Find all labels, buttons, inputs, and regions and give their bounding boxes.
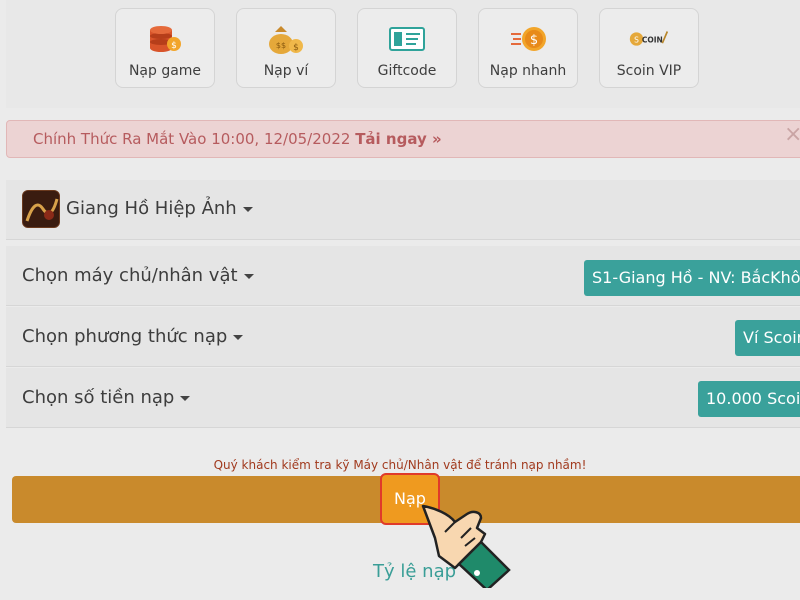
tile-label: Giftcode [377, 63, 437, 79]
tile-label: Nạp game [128, 63, 202, 79]
server-label-text: Chọn máy chủ/nhân vật [22, 265, 238, 286]
chevron-down-icon [243, 273, 254, 279]
tile-giftcode[interactable]: Giftcode [357, 8, 457, 88]
tile-label: Nạp nhanh [489, 63, 567, 79]
close-icon[interactable]: × [784, 122, 800, 147]
amount-label-text: Chọn số tiền nạp [22, 387, 175, 408]
amount-row: Chọn số tiền nạp 10.000 Scoin [6, 368, 800, 428]
server-character-row: Chọn máy chủ/nhân vật S1-Giang Hồ - NV: … [6, 246, 800, 306]
svg-text:$: $ [171, 41, 177, 51]
payment-method-row: Chọn phương thức nạp Ví Scoin [6, 307, 800, 367]
amount-label[interactable]: Chọn số tiền nạp [22, 387, 191, 408]
svg-text:$$: $$ [276, 41, 286, 50]
gift-ticket-icon [387, 23, 427, 55]
chevron-down-icon [233, 334, 244, 340]
amount-value-pill[interactable]: 10.000 Scoin [698, 381, 800, 417]
quick-menu: $ Nạp game $$ $ Nạp ví Giftcode $ Nạp nh… [115, 8, 699, 88]
chevron-down-icon [242, 206, 253, 212]
download-link[interactable]: Tải ngay » [355, 130, 441, 148]
money-bag-icon: $$ $ [266, 23, 306, 55]
tile-nap-vi[interactable]: $$ $ Nạp ví [236, 8, 336, 88]
game-logo [22, 190, 60, 228]
method-label[interactable]: Chọn phương thức nạp [22, 326, 244, 347]
banner-text: Chính Thức Ra Mắt Vào 10:00, 12/05/2022 [33, 130, 356, 148]
method-value-pill[interactable]: Ví Scoin [735, 320, 800, 356]
tile-label: Nạp ví [263, 63, 309, 79]
fast-coin-icon: $ [508, 23, 548, 55]
svg-text:$: $ [530, 33, 538, 48]
pointing-hand-icon [415, 498, 525, 592]
tile-label: Scoin VIP [616, 63, 682, 79]
chevron-down-icon [180, 395, 191, 401]
tile-nap-nhanh[interactable]: $ Nạp nhanh [478, 8, 578, 88]
svg-text:$: $ [293, 43, 299, 53]
server-label[interactable]: Chọn máy chủ/nhân vật [22, 265, 254, 286]
method-label-text: Chọn phương thức nạp [22, 326, 228, 347]
game-name-text: Giang Hồ Hiệp Ảnh [66, 198, 237, 219]
scoin-vip-icon: S COIN [629, 23, 669, 55]
game-selector[interactable]: Giang Hồ Hiệp Ảnh [6, 180, 800, 240]
tile-scoin-vip[interactable]: S COIN Scoin VIP [599, 8, 699, 88]
svg-text:S: S [634, 35, 639, 44]
warning-note: Quý khách kiểm tra kỹ Máy chủ/Nhân vật đ… [213, 458, 587, 472]
announcement-banner: Chính Thức Ra Mắt Vào 10:00, 12/05/2022 … [6, 120, 800, 158]
svg-text:COIN: COIN [642, 35, 663, 44]
coins-stack-icon: $ [145, 23, 185, 55]
game-name: Giang Hồ Hiệp Ảnh [66, 198, 253, 219]
tile-nap-game[interactable]: $ Nạp game [115, 8, 215, 88]
server-value-pill[interactable]: S1-Giang Hồ - NV: BắcKhông [584, 260, 800, 296]
